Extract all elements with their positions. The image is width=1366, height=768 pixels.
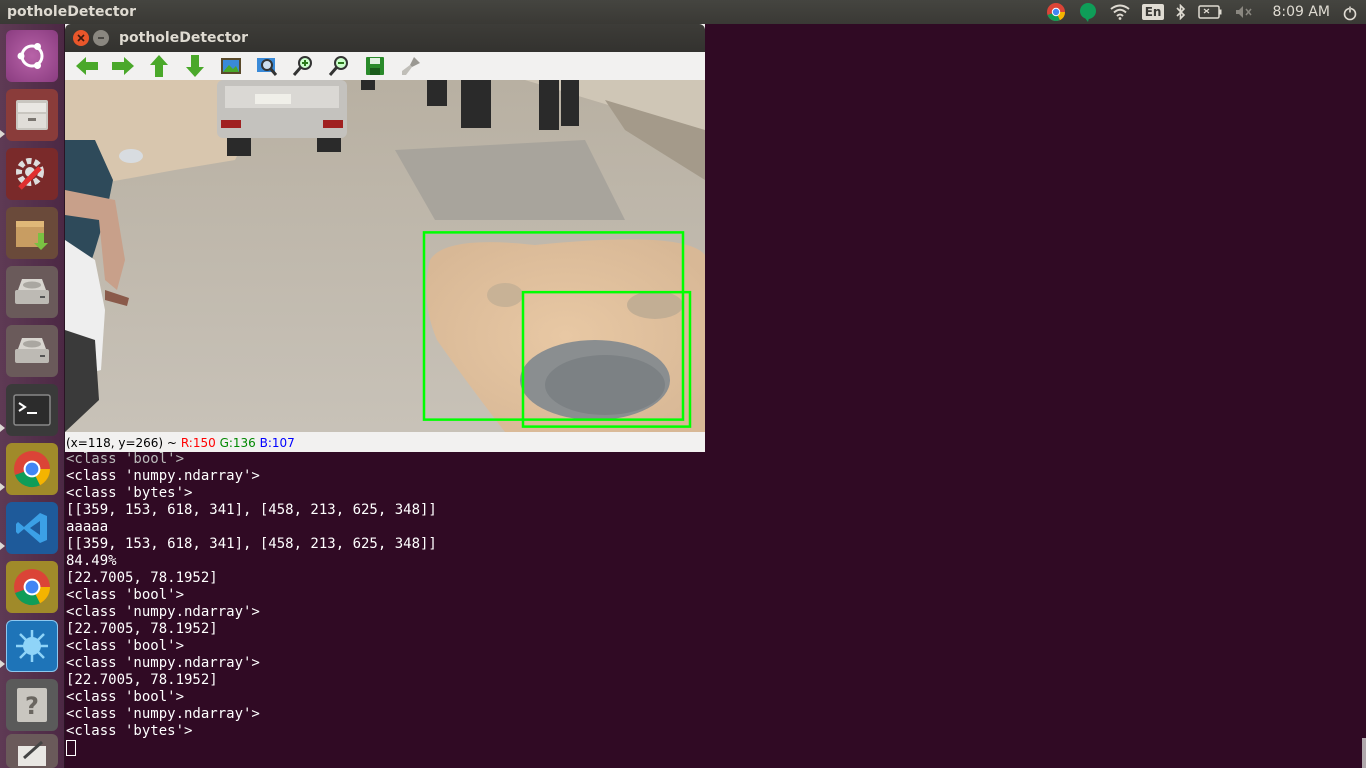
toolbar — [65, 52, 705, 80]
terminal-line: <class 'numpy.ndarray'> — [66, 706, 260, 722]
terminal-line: <class 'bytes'> — [66, 485, 193, 501]
window-title: potholeDetector — [119, 30, 249, 46]
image-icon[interactable] — [217, 53, 245, 79]
vscode-icon[interactable] — [6, 502, 58, 554]
system-tray: En 8:09 AM — [1046, 0, 1366, 24]
wifi-icon[interactable] — [1110, 0, 1130, 24]
top-panel: potholeDetector En 8:09 AM — [0, 0, 1366, 24]
terminal-line: [22.7005, 78.1952] — [66, 621, 218, 637]
camera-frame[interactable] — [65, 80, 705, 432]
terminal-line: [22.7005, 78.1952] — [66, 672, 218, 688]
terminal-line: <class 'bytes'> — [66, 723, 193, 739]
arrow-down-icon[interactable] — [181, 53, 209, 79]
cursor-coords: (x=118, y=266) ~ — [66, 436, 177, 450]
terminal-line: <class 'numpy.ndarray'> — [66, 655, 260, 671]
clock[interactable]: 8:09 AM — [1272, 4, 1330, 20]
spyder-icon[interactable] — [6, 620, 58, 672]
terminal-output[interactable]: <class 'bool'> <class 'numpy.ndarray'> <… — [65, 451, 1366, 768]
text-editor-icon[interactable] — [6, 734, 58, 768]
volume-muted-icon[interactable] — [1234, 0, 1254, 24]
active-app-name: potholeDetector — [7, 4, 137, 20]
zoom-fit-icon[interactable] — [253, 53, 281, 79]
launcher: ? — [0, 24, 65, 768]
terminal-line: <class 'numpy.ndarray'> — [66, 468, 260, 484]
software-updater-icon[interactable] — [6, 207, 58, 259]
power-menu-icon[interactable] — [1342, 5, 1358, 25]
bluetooth-icon[interactable] — [1176, 0, 1186, 24]
chrome-indicator-icon[interactable] — [1046, 0, 1066, 24]
terminal-line: aaaaa — [66, 519, 109, 535]
ubuntu-dash-icon[interactable] — [6, 30, 58, 82]
terminal-line: <class 'bool'> — [66, 587, 185, 603]
pixel-green-value: G:136 — [219, 436, 256, 450]
terminal-line: 84.49% — [66, 553, 117, 569]
hangouts-indicator-icon[interactable] — [1078, 0, 1098, 24]
arrow-right-icon[interactable] — [109, 53, 137, 79]
arrow-left-icon[interactable] — [73, 53, 101, 79]
keyboard-layout-indicator[interactable]: En — [1141, 0, 1165, 24]
minimize-icon — [98, 37, 104, 39]
window-title-bar[interactable]: potholeDetector — [65, 24, 705, 52]
disk-drive-icon[interactable] — [6, 325, 58, 377]
close-icon — [77, 34, 85, 42]
chrome-icon[interactable] — [6, 561, 58, 613]
brush-icon[interactable] — [397, 53, 425, 79]
pothole-detector-window: potholeDetector (x=118, y=266) ~ R:150 G… — [65, 24, 705, 452]
terminal-scrollbar[interactable] — [1362, 738, 1366, 768]
terminal-line: <class 'bool'> — [66, 451, 185, 467]
file-manager-icon[interactable] — [6, 89, 58, 141]
running-indicator — [0, 424, 5, 432]
system-settings-icon[interactable] — [6, 148, 58, 200]
minimize-button[interactable] — [93, 30, 109, 46]
save-icon[interactable] — [361, 53, 389, 79]
battery-icon[interactable] — [1198, 0, 1222, 24]
terminal-line: [[359, 153, 618, 341], [458, 213, 625, 3… — [66, 536, 437, 552]
terminal-line: [[359, 153, 618, 341], [458, 213, 625, 3… — [66, 502, 437, 518]
pixel-red-value: R:150 — [180, 436, 216, 450]
keyboard-layout-label: En — [1141, 4, 1165, 20]
terminal-prompt[interactable] — [65, 740, 1366, 757]
close-button[interactable] — [73, 30, 89, 46]
terminal-line: <class 'bool'> — [66, 689, 185, 705]
terminal-line: [22.7005, 78.1952] — [66, 570, 218, 586]
zoom-in-icon[interactable] — [289, 53, 317, 79]
help-icon[interactable]: ? — [6, 679, 58, 731]
running-indicator — [0, 542, 5, 550]
terminal-line: <class 'numpy.ndarray'> — [66, 604, 260, 620]
disk-drive-icon[interactable] — [6, 266, 58, 318]
arrow-up-icon[interactable] — [145, 53, 173, 79]
terminal-line: <class 'bool'> — [66, 638, 185, 654]
terminal-cursor — [66, 740, 76, 756]
svg-text:?: ? — [25, 692, 39, 720]
chrome-icon[interactable] — [6, 443, 58, 495]
running-indicator — [0, 130, 5, 138]
terminal-icon[interactable] — [6, 384, 58, 436]
road-scene — [65, 80, 705, 432]
status-bar: (x=118, y=266) ~ R:150 G:136 B:107 — [65, 432, 705, 452]
pixel-blue-value: B:107 — [259, 436, 295, 450]
zoom-out-icon[interactable] — [325, 53, 353, 79]
running-indicator — [0, 483, 5, 491]
running-indicator — [0, 660, 5, 668]
